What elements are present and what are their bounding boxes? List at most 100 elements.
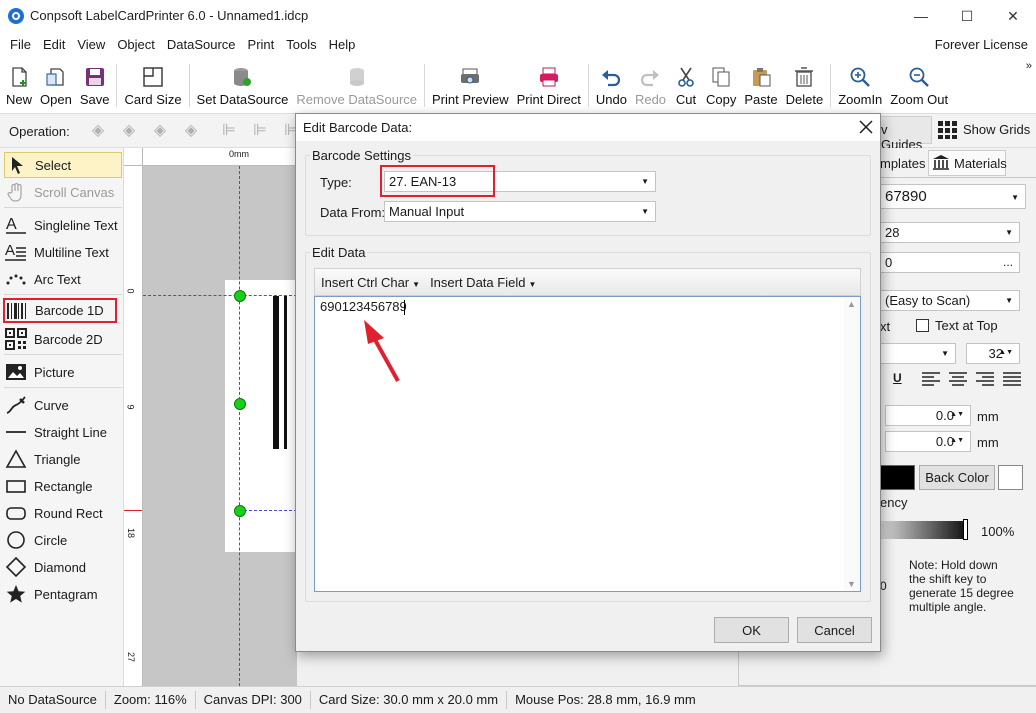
underline-button[interactable]: U (893, 371, 902, 385)
scroll-up-icon[interactable]: ▲ (847, 299, 856, 309)
transparency-slider[interactable] (880, 521, 966, 539)
tool-diamond[interactable]: Diamond (4, 554, 122, 580)
tool-barcode-2d[interactable]: Barcode 2D (4, 326, 122, 352)
offset-y-spinner[interactable]: 0.0 ▲▼ (885, 431, 971, 452)
open-label: Open (40, 92, 72, 107)
align-left-icon[interactable]: ⊫ (218, 120, 240, 140)
line-icon (4, 421, 28, 443)
set-datasource-button[interactable]: Set DataSource (193, 58, 293, 113)
tab-templates[interactable]: mplates (880, 152, 928, 176)
tool-select[interactable]: Select (4, 152, 122, 178)
new-button[interactable]: New (2, 58, 36, 113)
tool-round-rect-label: Round Rect (34, 505, 103, 521)
textarea-scrollbar[interactable]: ▲ ▼ (844, 297, 860, 591)
align-right-text-icon[interactable] (976, 372, 994, 389)
text-at-top-checkbox[interactable] (916, 319, 929, 332)
insert-data-field-button[interactable]: Insert Data Field ▼ (430, 275, 536, 290)
back-color-button[interactable]: Back Color (919, 465, 995, 490)
scan-mode-combo[interactable]: (Easy to Scan) ▼ (880, 290, 1020, 311)
property-combo-1[interactable]: 28 ▼ (880, 222, 1020, 243)
tool-multiline-text[interactable]: A Multiline Text (4, 239, 122, 265)
menu-view[interactable]: View (71, 32, 111, 58)
tool-barcode-1d[interactable]: Barcode 1D (3, 298, 117, 323)
print-preview-button[interactable]: Print Preview (428, 58, 513, 113)
menu-tools[interactable]: Tools (280, 32, 322, 58)
cut-button[interactable]: Cut (670, 58, 702, 113)
ruler-left-mark: 0 (125, 288, 136, 294)
dialog-close-button[interactable] (852, 115, 880, 139)
tool-scroll-canvas[interactable]: Scroll Canvas (4, 179, 122, 205)
tool-circle-label: Circle (34, 532, 68, 548)
tool-arc-text[interactable]: Arc Text (4, 266, 122, 292)
close-window-button[interactable]: ✕ (990, 0, 1036, 32)
remove-datasource-button[interactable]: Remove DataSource (292, 58, 421, 113)
back-color-swatch[interactable] (998, 465, 1023, 490)
zoom-out-button[interactable]: Zoom Out (886, 58, 952, 113)
show-grids-button[interactable]: Show Grids (963, 122, 1030, 137)
cancel-button[interactable]: Cancel (797, 617, 872, 643)
align-justify-text-icon[interactable] (1003, 372, 1021, 389)
menu-object[interactable]: Object (111, 32, 161, 58)
tool-round-rect[interactable]: Round Rect (4, 500, 122, 526)
barcode-bar[interactable] (273, 296, 279, 449)
toolbar-overflow-button[interactable]: » (1026, 60, 1032, 72)
resize-handle[interactable] (234, 505, 246, 517)
guide-line-vertical[interactable] (239, 166, 240, 686)
tab-materials[interactable]: Materials (928, 150, 1007, 176)
tool-circle[interactable]: Circle (4, 527, 122, 553)
menu-print[interactable]: Print (242, 32, 281, 58)
align-center-icon[interactable]: ⊫ (249, 120, 271, 140)
card-size-button[interactable]: Card Size (120, 58, 185, 113)
data-value-combo[interactable]: 67890 ▼ (880, 184, 1026, 209)
tool-singleline-text[interactable]: A Singleline Text (4, 212, 122, 238)
maximize-button[interactable]: ☐ (944, 0, 990, 32)
menu-edit[interactable]: Edit (37, 32, 71, 58)
resize-handle[interactable] (234, 290, 246, 302)
data-from-combo[interactable]: Manual Input ▼ (384, 201, 656, 222)
print-direct-button[interactable]: Print Direct (513, 58, 585, 113)
layer-bring-forward-icon[interactable]: ◈ (87, 120, 109, 140)
font-name-combo[interactable]: ▼ (880, 343, 956, 364)
barcode-bar[interactable] (284, 296, 287, 449)
ellipsis-button[interactable]: ... (1003, 255, 1013, 269)
font-size-spinner[interactable]: 32 ▲▼ (966, 343, 1020, 364)
menu-help[interactable]: Help (323, 32, 362, 58)
property-field-2[interactable]: 0... (880, 252, 1020, 273)
paste-button[interactable]: Paste (740, 58, 781, 113)
scroll-down-icon[interactable]: ▼ (847, 579, 856, 589)
tool-pentagram[interactable]: Pentagram (4, 581, 122, 607)
copy-button[interactable]: Copy (702, 58, 740, 113)
layer-send-back-icon[interactable]: ◈ (118, 120, 140, 140)
delete-button[interactable]: Delete (782, 58, 828, 113)
align-left-text-icon[interactable] (922, 372, 940, 389)
open-button[interactable]: Open (36, 58, 76, 113)
save-button[interactable]: Save (76, 58, 114, 113)
dialog-title: Edit Barcode Data: (303, 120, 413, 135)
tool-triangle[interactable]: Triangle (4, 446, 122, 472)
minimize-button[interactable]: — (898, 0, 944, 32)
status-bar: No DataSource Zoom: 116% Canvas DPI: 300… (0, 686, 1036, 713)
tool-pentagram-label: Pentagram (34, 586, 98, 602)
resize-handle[interactable] (234, 398, 246, 410)
insert-ctrl-char-button[interactable]: Insert Ctrl Char ▼ (321, 275, 420, 290)
curve-icon (4, 394, 28, 416)
fore-color-swatch[interactable] (880, 465, 915, 490)
redo-button[interactable]: Redo (631, 58, 670, 113)
ok-button[interactable]: OK (714, 617, 789, 643)
show-guides-button[interactable]: v Guides (876, 116, 932, 152)
tool-rectangle[interactable]: Rectangle (4, 473, 122, 499)
menu-file[interactable]: File (4, 32, 37, 58)
layer-top-icon[interactable]: ◈ (149, 120, 171, 140)
chevron-down-icon: ▼ (528, 279, 537, 289)
tool-straight-line[interactable]: Straight Line (4, 419, 122, 445)
tool-picture[interactable]: Picture (4, 359, 122, 385)
tool-curve[interactable]: Curve (4, 392, 122, 418)
align-center-text-icon[interactable] (949, 372, 967, 389)
undo-button[interactable]: Undo (592, 58, 631, 113)
zoom-in-button[interactable]: ZoomIn (834, 58, 886, 113)
offset-x-spinner[interactable]: 0.0 ▲▼ (885, 405, 971, 426)
layer-bottom-icon[interactable]: ◈ (180, 120, 202, 140)
diamond-icon (4, 556, 28, 578)
menu-datasource[interactable]: DataSource (161, 32, 242, 58)
transparency-slider-thumb[interactable] (963, 519, 968, 540)
